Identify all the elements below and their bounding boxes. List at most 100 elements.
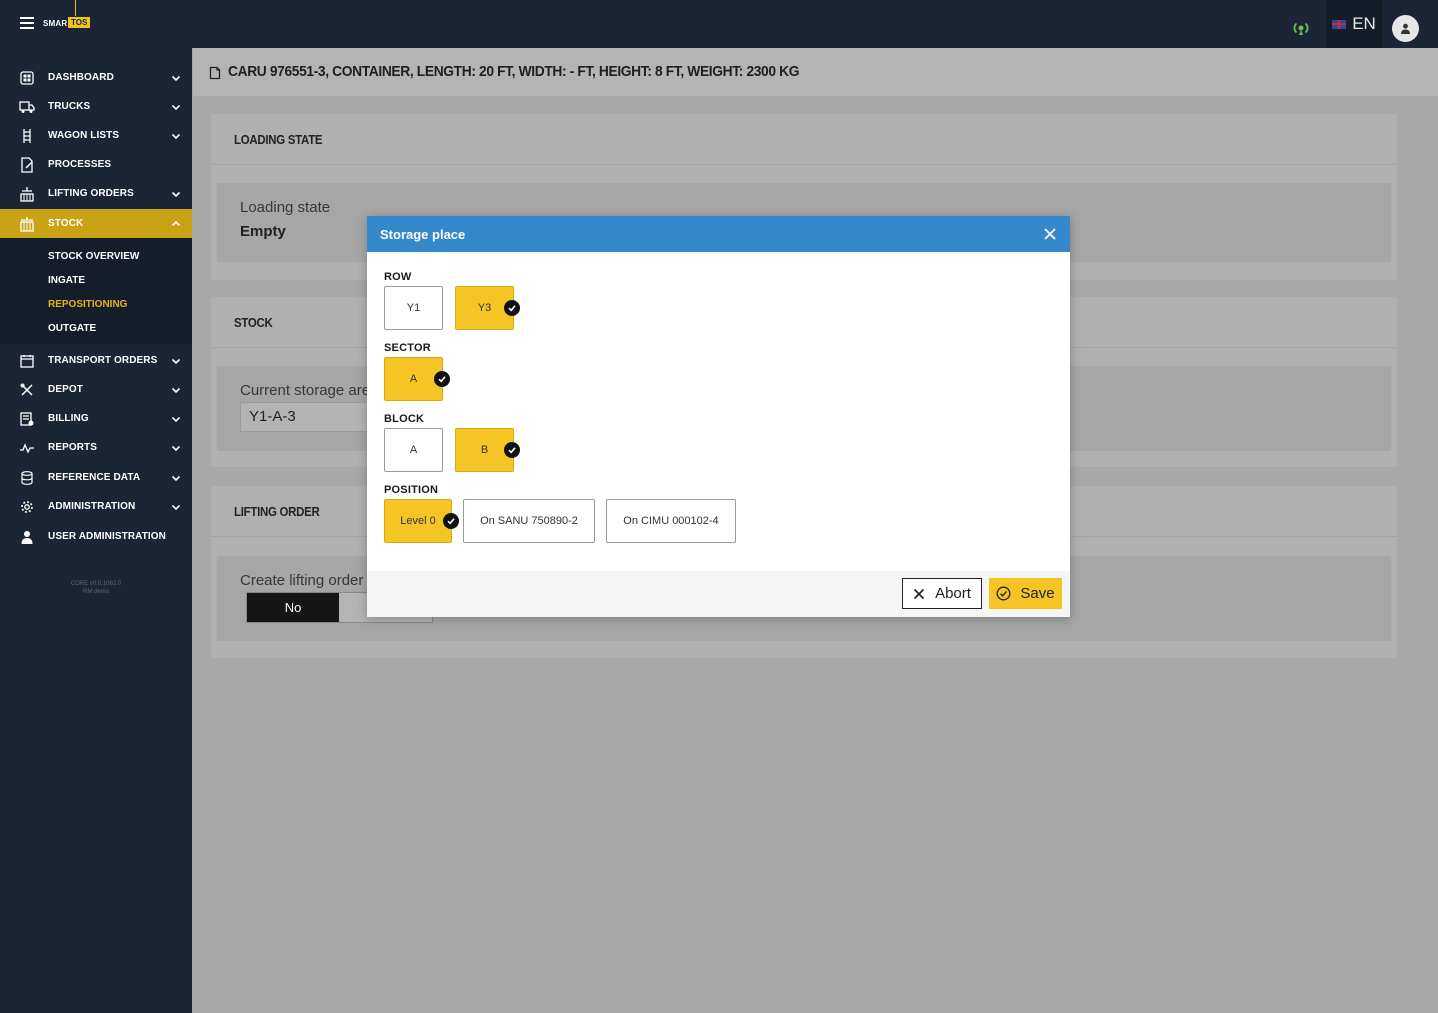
- chevron-down-icon: [171, 191, 181, 197]
- check-icon: [443, 513, 459, 529]
- sidebar: DASHBOARD TRUCKS WAGON LISTS PROCESSES L…: [0, 48, 192, 1013]
- close-icon: [913, 588, 925, 599]
- row-option-y1[interactable]: Y1: [384, 286, 443, 330]
- sidebar-item-label: WAGON LISTS: [48, 130, 120, 141]
- position-option-level-0[interactable]: Level 0: [384, 499, 452, 543]
- abort-button[interactable]: Abort: [902, 578, 982, 609]
- dialog-header: Storage place: [367, 216, 1070, 252]
- gear-icon: [19, 499, 35, 515]
- sidebar-item-label: USER ADMINISTRATION: [48, 531, 167, 542]
- sidebar-item-administration[interactable]: ADMINISTRATION: [0, 492, 192, 521]
- option-label: On CIMU 000102-4: [623, 515, 719, 527]
- sidebar-item-label: LIFTING ORDERS: [48, 188, 134, 199]
- crane-icon: [19, 186, 35, 202]
- logo-tos-text: TOS: [67, 16, 92, 29]
- sidebar-item-user-administration[interactable]: USER ADMINISTRATION: [0, 522, 192, 551]
- dialog-title: Storage place: [380, 227, 466, 242]
- language-label: EN: [1352, 14, 1376, 33]
- document-icon: [209, 66, 221, 80]
- check-icon: [504, 442, 520, 458]
- chevron-down-icon: [171, 104, 181, 110]
- tools-icon: [19, 382, 35, 398]
- submenu-item-repositioning[interactable]: REPOSITIONING: [48, 299, 127, 310]
- sidebar-item-processes[interactable]: PROCESSES: [0, 150, 192, 179]
- chevron-down-icon: [171, 387, 181, 393]
- wagon-icon: [19, 128, 35, 144]
- sidebar-item-wagon-lists[interactable]: WAGON LISTS: [0, 121, 192, 150]
- truck-icon: [19, 99, 35, 115]
- block-option-a[interactable]: A: [384, 428, 443, 472]
- field-label: Current storage area: [240, 382, 379, 399]
- option-label: On SANU 750890-2: [480, 515, 578, 527]
- version-text: CORE v0.0.1062.0: [70, 581, 122, 587]
- sidebar-item-trucks[interactable]: TRUCKS: [0, 92, 192, 121]
- sidebar-item-transport-orders[interactable]: TRANSPORT ORDERS: [0, 346, 192, 375]
- sidebar-item-reference-data[interactable]: REFERENCE DATA: [0, 463, 192, 492]
- connection-status-icon[interactable]: [1292, 18, 1310, 36]
- card-title: STOCK: [234, 315, 273, 330]
- chevron-down-icon: [171, 445, 181, 451]
- sidebar-item-label: STOCK: [48, 218, 84, 229]
- user-avatar[interactable]: [1392, 15, 1419, 42]
- option-label: Y1: [406, 302, 421, 314]
- position-option-cimu[interactable]: On CIMU 000102-4: [606, 499, 736, 543]
- card-title: LIFTING ORDER: [234, 504, 320, 519]
- block-group-label: BLOCK: [384, 413, 425, 425]
- calendar-icon: [19, 353, 35, 369]
- chevron-down-icon: [171, 75, 181, 81]
- chevron-down-icon: [171, 133, 181, 139]
- option-label: Level 0: [400, 515, 436, 527]
- sidebar-item-lifting-orders[interactable]: LIFTING ORDERS: [0, 179, 192, 208]
- check-icon: [434, 371, 450, 387]
- field-label: Loading state: [240, 199, 331, 216]
- sidebar-item-label: DEPOT: [48, 384, 83, 395]
- chevron-down-icon: [171, 358, 181, 364]
- card-title: LOADING STATE: [234, 132, 323, 147]
- sidebar-item-billing[interactable]: BILLING: [0, 404, 192, 433]
- chevron-down-icon: [171, 475, 181, 481]
- chevron-up-icon: [171, 220, 181, 226]
- sidebar-item-label: PROCESSES: [48, 159, 112, 170]
- sidebar-item-stock[interactable]: STOCK: [0, 209, 192, 238]
- process-icon: [19, 156, 35, 173]
- sidebar-item-label: BILLING: [48, 413, 89, 424]
- database-icon: [19, 470, 35, 486]
- sidebar-item-label: REFERENCE DATA: [48, 472, 141, 483]
- logo-crane-mark: [75, 0, 76, 16]
- position-group-label: POSITION: [384, 484, 439, 496]
- sidebar-item-label: REPORTS: [48, 442, 98, 453]
- submenu-item-stock-overview[interactable]: STOCK OVERVIEW: [48, 251, 139, 262]
- top-bar: SMART TOS EN: [0, 0, 1438, 48]
- language-switcher[interactable]: EN: [1326, 0, 1382, 48]
- sector-group-label: SECTOR: [384, 342, 431, 354]
- save-button-label: Save: [1020, 585, 1055, 602]
- page-title-bar: CARU 976551-3, CONTAINER, LENGTH: 20 FT,…: [193, 48, 1438, 96]
- stock-submenu: STOCK OVERVIEW INGATE REPOSITIONING OUTG…: [0, 238, 192, 344]
- reports-icon: [19, 440, 35, 456]
- field-label: Create lifting order: [240, 572, 364, 589]
- user-icon: [19, 529, 35, 545]
- card-header: LOADING STATE: [211, 114, 1397, 165]
- sidebar-item-dashboard[interactable]: DASHBOARD: [0, 63, 192, 92]
- loading-state-value: Empty: [240, 223, 286, 240]
- option-label: B: [480, 444, 489, 456]
- abort-button-label: Abort: [935, 585, 971, 602]
- toggle-no-option[interactable]: No: [247, 593, 339, 622]
- submenu-item-outgate[interactable]: OUTGATE: [48, 323, 96, 334]
- sidebar-item-depot[interactable]: DEPOT: [0, 375, 192, 404]
- save-button[interactable]: Save: [989, 578, 1062, 609]
- sidebar-item-reports[interactable]: REPORTS: [0, 433, 192, 462]
- sidebar-item-label: DASHBOARD: [48, 72, 114, 83]
- submenu-item-ingate[interactable]: INGATE: [48, 275, 85, 286]
- page-title: CARU 976551-3, CONTAINER, LENGTH: 20 FT,…: [228, 63, 800, 80]
- sidebar-item-label: ADMINISTRATION: [48, 501, 136, 512]
- sidebar-item-label: TRUCKS: [48, 101, 91, 112]
- hamburger-menu-icon[interactable]: [20, 17, 34, 29]
- chevron-down-icon: [171, 504, 181, 510]
- position-option-sanu[interactable]: On SANU 750890-2: [463, 499, 595, 543]
- check-circle-icon: [996, 586, 1011, 601]
- option-label: A: [409, 373, 418, 385]
- option-label: Y3: [477, 302, 492, 314]
- check-icon: [504, 300, 520, 316]
- close-icon[interactable]: [1043, 227, 1057, 241]
